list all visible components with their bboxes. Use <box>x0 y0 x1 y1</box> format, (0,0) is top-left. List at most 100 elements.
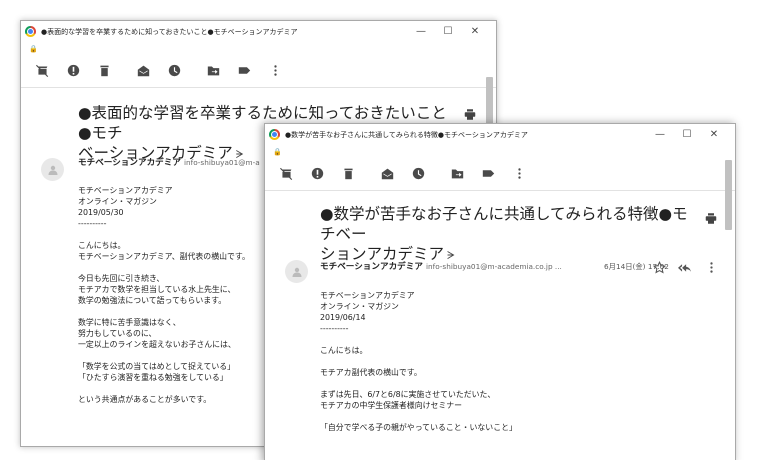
label-icon <box>238 62 251 81</box>
snooze-button[interactable] <box>159 56 190 88</box>
minimize-button[interactable]: — <box>410 26 432 37</box>
archive-off-button[interactable] <box>27 56 58 88</box>
body-line: 「数学を公式の当てはめとして捉えている」 <box>78 362 236 371</box>
close-button[interactable]: ✕ <box>703 129 725 140</box>
delete-button[interactable] <box>333 159 364 191</box>
maximize-button[interactable]: ☐ <box>676 129 698 140</box>
archive-icon <box>280 165 293 184</box>
email-window-front: ●数学が苦手なお子さんに共通してみられる特徴●モチベーションアカデミア — ☐ … <box>264 123 736 460</box>
sender-email: info-shibuya01@m-academia.co.jp ... <box>425 262 562 271</box>
body-line: 2019/05/30 <box>78 208 124 217</box>
body-line: 「自分で学べる子の親がやっていること・いないこと」 <box>320 423 517 432</box>
clock-icon <box>168 62 181 81</box>
subject-line-1: ●数学が苦手なお子さんに共通してみられる特徴●モチベー <box>320 205 688 243</box>
mark-unread-button[interactable] <box>372 159 403 191</box>
lock-icon: 🔒 <box>29 45 38 53</box>
body-line: ---------- <box>320 324 349 333</box>
email-body: モチベーションアカデミア オンライン・マガジン 2019/05/30 --------… <box>78 185 250 405</box>
more-button[interactable] <box>504 159 535 191</box>
address-bar: 🔒 <box>21 42 496 56</box>
reply-all-button[interactable] <box>678 259 691 272</box>
labels-button[interactable] <box>473 159 504 191</box>
body-line: 2019/06/14 <box>320 313 366 322</box>
maximize-button[interactable]: ☐ <box>437 26 459 37</box>
email-body: モチベーションアカデミア オンライン・マガジン 2019/06/14 --------… <box>320 290 517 433</box>
title-bar[interactable]: ●数学が苦手なお子さんに共通してみられる特徴●モチベーションアカデミア — ☐ … <box>265 124 735 145</box>
body-line: モチベーションアカデミア <box>78 186 173 195</box>
body-line: 数学に特に苦手意識はなく、 <box>78 318 181 327</box>
print-icon <box>464 105 476 124</box>
address-bar: 🔒 <box>265 145 735 159</box>
body-line: という共通点があることが多いです。 <box>78 395 212 404</box>
move-to-button[interactable] <box>198 56 229 88</box>
delete-button[interactable] <box>89 56 120 88</box>
clock-icon <box>412 165 425 184</box>
body-line: モチベーションアカデミア <box>320 291 415 300</box>
title-bar[interactable]: ●表面的な学習を卒業するために知っておきたいこと●モチベーションアカデミア — … <box>21 21 496 42</box>
folder-move-icon <box>207 62 220 81</box>
body-line: 今日も先回に引き続き、 <box>78 274 165 283</box>
message-more-button[interactable] <box>705 259 718 273</box>
star-icon <box>652 259 667 278</box>
star-button[interactable] <box>652 259 667 274</box>
more-vert-icon <box>705 259 718 278</box>
alert-icon <box>67 62 80 81</box>
body-line: ---------- <box>78 219 107 228</box>
more-vert-icon <box>269 62 282 81</box>
report-spam-button[interactable] <box>302 159 333 191</box>
more-vert-icon <box>513 165 526 184</box>
snooze-button[interactable] <box>403 159 434 191</box>
archive-icon <box>36 62 49 81</box>
archive-off-button[interactable] <box>271 159 302 191</box>
body-line: モチアカで数学を担当している水上先生に、 <box>78 285 236 294</box>
scrollbar[interactable] <box>725 160 732 230</box>
minimize-button[interactable]: — <box>649 129 671 140</box>
close-button[interactable]: ✕ <box>464 26 486 37</box>
alert-icon <box>311 165 324 184</box>
avatar <box>285 260 308 283</box>
reply-all-icon <box>678 259 691 278</box>
label-icon <box>482 165 495 184</box>
sender-name[interactable]: モチベーションアカデミア <box>320 262 423 272</box>
print-button[interactable] <box>464 105 476 120</box>
chrome-icon <box>25 26 36 37</box>
mail-open-icon <box>381 165 394 184</box>
body-line: モチアカ副代表の横山です。 <box>320 368 422 377</box>
mail-open-icon <box>137 62 150 81</box>
sender-email: info-shibuya01@m-a <box>183 158 260 167</box>
body-line: オンライン・マガジン <box>78 197 157 206</box>
trash-icon <box>98 62 111 81</box>
move-to-button[interactable] <box>442 159 473 191</box>
lock-icon: 🔒 <box>273 148 282 156</box>
report-spam-button[interactable] <box>58 56 89 88</box>
more-button[interactable] <box>260 56 291 88</box>
body-line: 努力もしているのに、 <box>78 329 157 338</box>
mark-unread-button[interactable] <box>128 56 159 88</box>
body-line: 一定以上のラインを超えないお子さんには、 <box>78 340 236 349</box>
email-subject: ●数学が苦手なお子さんに共通してみられる特徴●モチベー ションアカデミア ᗒ <box>320 204 700 266</box>
body-line: モチベーションアカデミア、副代表の横山です。 <box>78 252 250 261</box>
print-button[interactable] <box>705 209 717 224</box>
window-title: ●数学が苦手なお子さんに共通してみられる特徴●モチベーションアカデミア <box>285 130 528 139</box>
print-icon <box>705 209 717 228</box>
body-line: オンライン・マガジン <box>320 302 399 311</box>
trash-icon <box>342 165 355 184</box>
body-line: まずは先日、6/7と6/8に実施させていただいた、 <box>320 390 496 399</box>
sender-name[interactable]: モチベーションアカデミア <box>78 158 181 168</box>
folder-move-icon <box>451 165 464 184</box>
body-line: こんにちは。 <box>78 241 126 250</box>
window-title: ●表面的な学習を卒業するために知っておきたいこと●モチベーションアカデミア <box>41 27 298 36</box>
chrome-icon <box>269 129 280 140</box>
avatar <box>41 158 64 181</box>
person-icon <box>292 262 302 281</box>
labels-button[interactable] <box>229 56 260 88</box>
body-line: 「ひたすら演習を重ねる勉強をしている」 <box>78 373 228 382</box>
